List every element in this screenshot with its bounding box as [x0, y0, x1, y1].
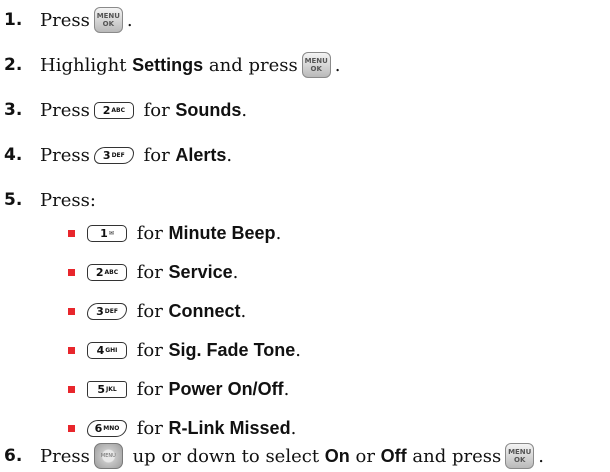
bullet-icon — [68, 385, 75, 393]
step-6: 6. Press MENU up or down to select On or… — [4, 440, 544, 472]
step-text: Press — [40, 9, 90, 31]
bullet-icon — [68, 424, 75, 432]
step-number: 6. — [4, 446, 23, 466]
alerts-label: Alerts — [175, 144, 227, 165]
sounds-label: Sounds — [175, 99, 242, 120]
list-item-connect: 3 DEF for Connect . — [68, 296, 246, 326]
key-3-icon: 3 DEF — [93, 146, 134, 164]
key-1-icon: 1 ✉ — [87, 224, 127, 242]
step-number: 3. — [4, 100, 23, 120]
key-2-icon: 2 ABC — [87, 263, 127, 281]
key-3-icon: 3 DEF — [87, 302, 127, 320]
list-item-service: 2 ABC for Service . — [68, 257, 238, 287]
step-number: 5. — [4, 190, 23, 210]
menu-ok-key-icon: MENU OK — [505, 443, 535, 469]
key-6-icon: 6 MNO — [87, 419, 127, 437]
step-2: 2. Highlight Settings and press MENU OK . — [4, 49, 340, 81]
list-item-r-link-missed: 6 MNO for R-Link Missed . — [68, 413, 296, 443]
step-4: 4. Press 3 DEF for Alerts . — [4, 144, 233, 166]
bullet-icon — [68, 346, 75, 354]
navigation-key-icon: MENU — [93, 443, 123, 469]
list-item-sig-fade-tone: 4 GHI for Sig. Fade Tone . — [68, 335, 301, 365]
bullet-icon — [68, 307, 75, 315]
step-number: 2. — [4, 55, 23, 75]
key-4-icon: 4 GHI — [87, 341, 127, 359]
key-2-icon: 2 ABC — [93, 101, 134, 119]
step-1: 1. Press MENU OK . — [4, 4, 133, 36]
step-3: 3. Press 2 ABC for Sounds . — [4, 99, 248, 121]
bullet-icon — [68, 268, 75, 276]
menu-ok-key-icon: MENU OK — [301, 52, 331, 78]
step-number: 1. — [4, 10, 23, 30]
key-5-icon: 5 JKL — [87, 380, 127, 398]
step-5: 5. Press: — [4, 189, 96, 211]
list-item-power-on-off: 5 JKL for Power On/Off . — [68, 374, 289, 404]
settings-label: Settings — [132, 54, 204, 75]
step-number: 4. — [4, 145, 23, 165]
bullet-icon — [68, 229, 75, 237]
list-item-minute-beep: 1 ✉ for Minute Beep . — [68, 218, 281, 248]
menu-ok-key-icon: MENU OK — [93, 7, 123, 33]
